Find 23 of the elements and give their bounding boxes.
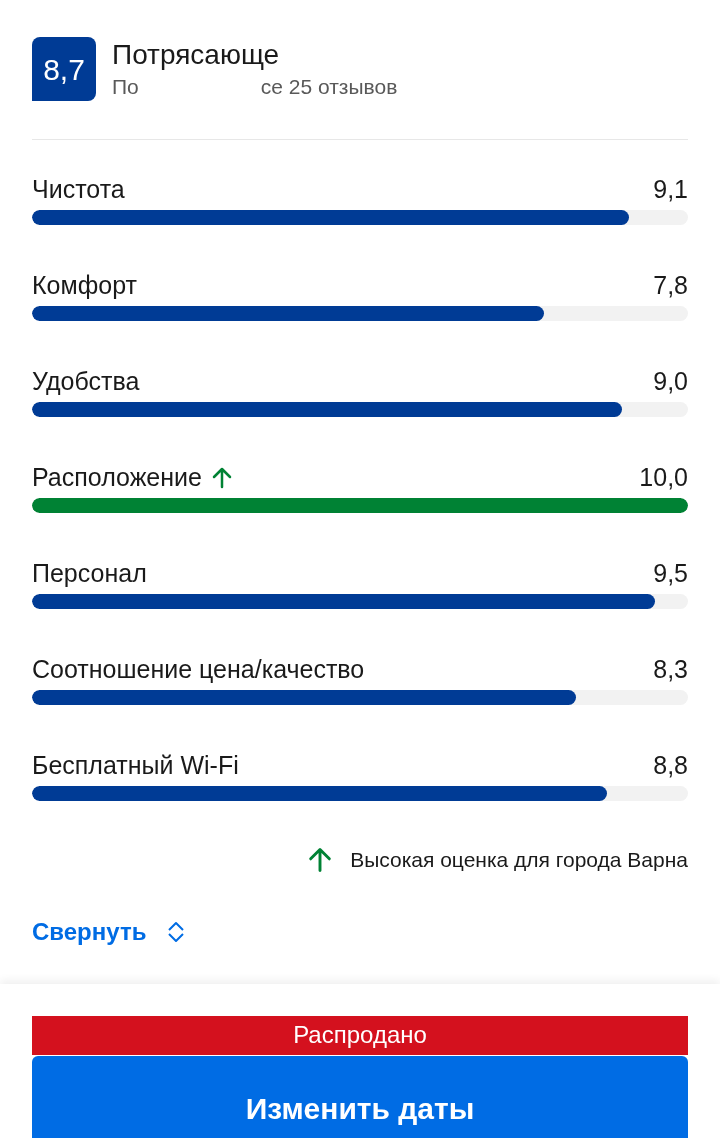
category-score: 9,5	[653, 558, 688, 590]
category-label: Бесплатный Wi-Fi	[32, 750, 239, 782]
change-dates-button[interactable]: Изменить даты	[32, 1055, 688, 1138]
score-badge: 8,7	[32, 37, 96, 101]
review-count-text: По	[112, 74, 139, 100]
category-score: 9,1	[653, 174, 688, 206]
collapse-link[interactable]: Свернуть	[32, 913, 147, 950]
rating-title: Потрясающе	[112, 38, 281, 72]
category-label: Соотношение цена/качество	[32, 654, 365, 686]
chevron-up-down-icon[interactable]	[166, 919, 187, 944]
category-score: 8,3	[653, 654, 688, 686]
category-label: Комфорт	[32, 270, 137, 302]
category-label: Чистота	[32, 174, 125, 206]
category-score: 9,0	[653, 366, 688, 398]
sold-out-banner: Распродано	[32, 1015, 688, 1055]
category-score: 8,8	[653, 750, 688, 782]
category-label: Расположение	[32, 462, 202, 494]
category-label: Персонал	[32, 558, 147, 590]
category-label: Удобства	[32, 366, 140, 398]
category-score: 7,8	[653, 270, 688, 302]
legend-text: Высокая оценка для города Варна	[350, 847, 688, 873]
review-count-text: се 25 отзывов	[260, 74, 398, 100]
category-score: 10,0	[639, 462, 688, 494]
